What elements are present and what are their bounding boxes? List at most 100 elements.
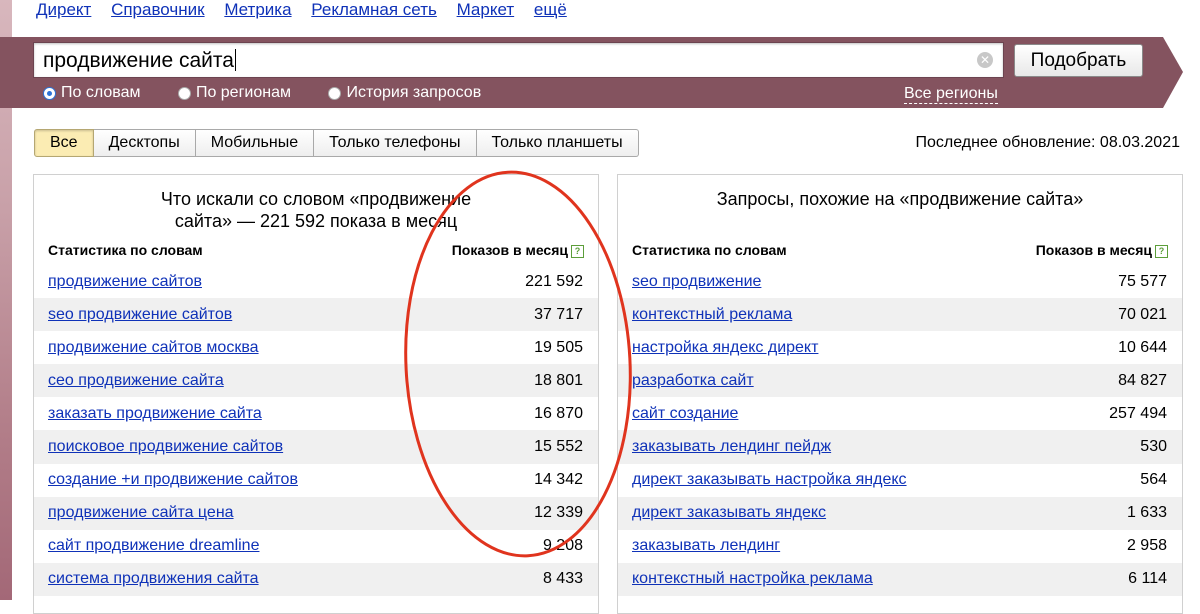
query-link[interactable]: сайт создание <box>632 405 738 423</box>
impressions-count: 18 801 <box>534 371 583 389</box>
query-link[interactable]: директ заказывать настройка яндекс <box>632 471 907 489</box>
query-link[interactable]: продвижение сайтов <box>48 273 202 291</box>
impressions-count: 530 <box>1140 438 1167 456</box>
query-link[interactable]: seo продвижение сайтов <box>48 306 232 324</box>
table-row: продвижение сайта цена 12 339 <box>34 496 598 530</box>
tab-phones-only[interactable]: Только телефоны <box>314 129 477 157</box>
help-icon[interactable]: ? <box>1155 245 1168 258</box>
table-row: создание +и продвижение сайтов 14 342 <box>34 464 598 497</box>
query-link[interactable]: контекстный настройка реклама <box>632 570 873 588</box>
table-row: разработка сайт 84 827 <box>618 364 1182 398</box>
table-row: сайт продвижение dreamline 9 208 <box>34 530 598 563</box>
radio-history[interactable]: История запросов <box>328 84 481 102</box>
nav-direct[interactable]: Директ <box>36 0 91 19</box>
table-row: заказывать лендинг 2 958 <box>618 530 1182 563</box>
query-link[interactable]: seo продвижение <box>632 273 761 291</box>
tab-desktops[interactable]: Десктопы <box>93 129 196 157</box>
table-row: заказать продвижение сайта 16 870 <box>34 397 598 430</box>
last-update: Последнее обновление: 08.03.2021 <box>915 134 1181 151</box>
left-panel: Что искали со словом «продвижение сайта»… <box>33 174 599 614</box>
right-panel-title: Запросы, похожие на «продвижение сайта» <box>618 188 1182 232</box>
right-panel: Запросы, похожие на «продвижение сайта» … <box>617 174 1183 614</box>
impressions-count: 564 <box>1140 471 1167 489</box>
clear-x-icon[interactable]: ✕ <box>977 52 993 68</box>
table-row: заказывать лендинг пейдж 530 <box>618 430 1182 464</box>
radio-label: По словам <box>61 84 141 101</box>
table-row: настройка яндекс директ 10 644 <box>618 331 1182 364</box>
search-query: продвижение сайта <box>43 49 234 72</box>
tab-tablets-only[interactable]: Только планшеты <box>476 129 639 157</box>
radio-label: История запросов <box>346 84 482 101</box>
query-link[interactable]: заказать продвижение сайта <box>48 405 262 423</box>
table-row: seo продвижение 75 577 <box>618 265 1182 298</box>
impressions-count: 2 958 <box>1126 537 1167 555</box>
search-mode-group: По словам По регионам История запросов <box>43 84 514 105</box>
table-row: сео продвижение сайта 18 801 <box>34 364 598 398</box>
impressions-count: 16 870 <box>534 404 583 422</box>
title-line-1: Запросы, похожие на «продвижение сайта» <box>716 189 1084 209</box>
query-link[interactable]: сео продвижение сайта <box>48 372 224 390</box>
table-row: продвижение сайтов 221 592 <box>34 265 598 298</box>
query-link[interactable]: продвижение сайтов москва <box>48 339 259 357</box>
table-row: продвижение сайтов москва 19 505 <box>34 331 598 364</box>
impressions-count: 19 505 <box>534 338 583 356</box>
table-row: контекстный настройка реклама 6 114 <box>618 562 1182 596</box>
radio-label: По регионам <box>195 84 291 101</box>
col-count: Показов в месяц? <box>1036 242 1168 260</box>
all-regions-link[interactable]: Все регионы <box>904 84 998 104</box>
tab-mobile[interactable]: Мобильные <box>195 129 315 157</box>
impressions-count: 75 577 <box>1118 272 1167 290</box>
radio-by-regions[interactable]: По регионам <box>177 84 291 102</box>
col-count-label: Показов в месяц <box>1035 242 1152 258</box>
impressions-count: 8 433 <box>542 570 583 588</box>
impressions-count: 37 717 <box>534 305 583 323</box>
query-link[interactable]: настройка яндекс директ <box>632 339 818 357</box>
help-icon[interactable]: ? <box>571 245 584 258</box>
radio-selected-icon <box>43 86 56 100</box>
nav-metrika[interactable]: Метрика <box>224 0 291 19</box>
text-caret <box>234 49 236 71</box>
radio-by-words[interactable]: По словам <box>43 84 140 102</box>
impressions-count: 10 644 <box>1118 338 1167 356</box>
query-link[interactable]: поисковое продвижение сайтов <box>48 438 283 456</box>
query-link[interactable]: сайт продвижение dreamline <box>48 537 259 555</box>
left-column-header: Статистика по словам Показов в месяц? <box>48 242 584 260</box>
table-row: seo продвижение сайтов 37 717 <box>34 298 598 332</box>
table-row: поисковое продвижение сайтов 15 552 <box>34 430 598 464</box>
table-row: сайт создание 257 494 <box>618 397 1182 430</box>
impressions-count: 1 633 <box>1126 504 1167 522</box>
right-column-header: Статистика по словам Показов в месяц? <box>632 242 1168 260</box>
nav-more[interactable]: ещё <box>534 0 567 19</box>
tab-all[interactable]: Все <box>34 129 94 157</box>
radio-icon <box>177 86 191 100</box>
left-rows: продвижение сайтов 221 592 seo продвижение… <box>34 265 598 596</box>
title-line-2: сайта» — 221 592 показа в месяц <box>174 211 458 231</box>
col-count: Показов в месяц? <box>452 242 584 260</box>
table-row: директ заказывать настройка яндекс 564 <box>618 464 1182 497</box>
left-panel-title: Что искали со словом «продвижение сайта»… <box>34 188 598 232</box>
impressions-count: 257 494 <box>1109 404 1167 422</box>
search-input[interactable]: продвижение сайта ✕ <box>33 42 1004 78</box>
query-link[interactable]: контекстный реклама <box>632 306 792 324</box>
query-link[interactable]: продвижение сайта цена <box>48 504 234 522</box>
query-link[interactable]: директ заказывать яндекс <box>632 504 826 522</box>
query-link[interactable]: заказывать лендинг пейдж <box>632 438 831 456</box>
table-row: контекстный реклама 70 021 <box>618 298 1182 332</box>
impressions-count: 70 021 <box>1118 305 1167 323</box>
nav-ad-network[interactable]: Рекламная сеть <box>311 0 437 19</box>
impressions-count: 12 339 <box>534 504 583 522</box>
query-link[interactable]: заказывать лендинг <box>632 537 780 555</box>
impressions-count: 14 342 <box>534 471 583 489</box>
query-link[interactable]: создание +и продвижение сайтов <box>48 471 298 489</box>
impressions-count: 9 208 <box>542 537 583 555</box>
find-button[interactable]: Подобрать <box>1014 44 1143 77</box>
top-nav: Директ Справочник Метрика Рекламная сеть… <box>36 0 582 22</box>
col-count-label: Показов в месяц <box>451 242 568 258</box>
query-link[interactable]: система продвижения сайта <box>48 570 259 588</box>
query-link[interactable]: разработка сайт <box>632 372 754 390</box>
table-row: система продвижения сайта 8 433 <box>34 562 598 596</box>
table-row: директ заказывать яндекс 1 633 <box>618 496 1182 530</box>
nav-market[interactable]: Маркет <box>457 0 515 19</box>
nav-reference[interactable]: Справочник <box>111 0 205 19</box>
radio-icon <box>328 86 342 100</box>
